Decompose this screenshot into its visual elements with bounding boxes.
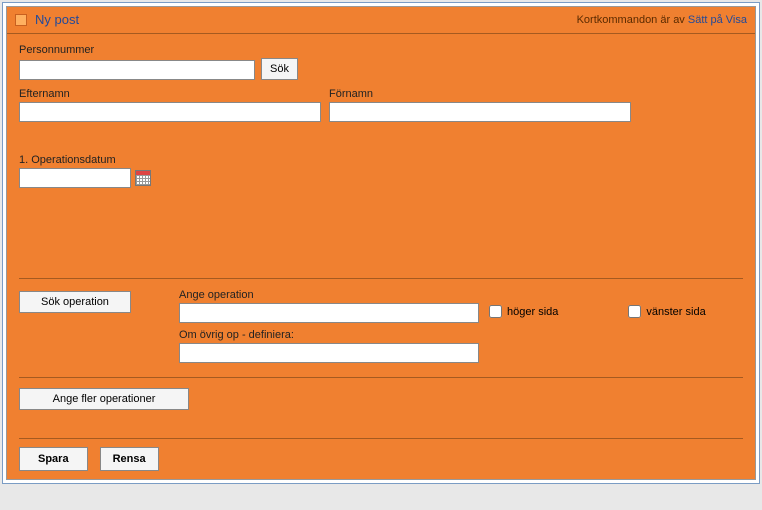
ange-operation-label: Ange operation (179, 289, 479, 301)
search-button[interactable]: Sök (261, 58, 298, 80)
lastname-label: Efternamn (19, 88, 321, 100)
more-operations-row: Ange fler operationer (19, 388, 743, 410)
ange-operation-input[interactable] (179, 303, 479, 323)
form-panel: Ny post Kortkommandon är av Sätt på Visa… (6, 6, 756, 480)
shortcuts-toggle-link[interactable]: Sätt på (688, 14, 723, 26)
firstname-label: Förnamn (329, 88, 631, 100)
personnummer-label: Personnummer (19, 44, 743, 56)
ovrig-op-label: Om övrig op - definiera: (179, 329, 479, 341)
lastname-group: Efternamn (19, 88, 321, 122)
main-window: Ny post Kortkommandon är av Sätt på Visa… (2, 2, 760, 484)
header-right: Kortkommandon är av Sätt på Visa (577, 14, 747, 26)
shortcuts-show-link[interactable]: Visa (726, 14, 747, 26)
clear-button[interactable]: Rensa (100, 447, 159, 471)
page-title: Ny post (35, 12, 79, 27)
spacer (19, 188, 743, 278)
divider (19, 377, 743, 378)
collapse-icon[interactable] (15, 14, 27, 26)
footer-actions: Spara Rensa (19, 438, 743, 471)
calendar-icon[interactable] (135, 170, 151, 186)
operationsdatum-input[interactable] (19, 168, 131, 188)
firstname-input[interactable] (329, 102, 631, 122)
side-checkboxes: höger sida vänster sida (489, 289, 706, 318)
right-side-check[interactable]: höger sida (489, 305, 558, 318)
operationsdatum-group: 1. Operationsdatum (19, 154, 743, 188)
personnummer-group: Personnummer Sök (19, 44, 743, 80)
shortcuts-status: Kortkommandon är av (577, 14, 685, 26)
header-left: Ny post (15, 12, 79, 27)
panel-header: Ny post Kortkommandon är av Sätt på Visa (7, 7, 755, 34)
left-side-checkbox[interactable] (628, 305, 641, 318)
operation-row: Sök operation Ange operation Om övrig op… (19, 289, 743, 363)
divider (19, 278, 743, 279)
right-side-label: höger sida (507, 306, 558, 318)
more-operations-button[interactable]: Ange fler operationer (19, 388, 189, 410)
personnummer-input[interactable] (19, 60, 255, 80)
lastname-input[interactable] (19, 102, 321, 122)
firstname-group: Förnamn (329, 88, 631, 122)
name-row: Efternamn Förnamn (19, 88, 743, 122)
left-side-label: vänster sida (646, 306, 705, 318)
right-side-checkbox[interactable] (489, 305, 502, 318)
operationsdatum-label: 1. Operationsdatum (19, 154, 743, 166)
form-body: Personnummer Sök Efternamn Förnamn 1. (7, 34, 755, 479)
search-operation-button[interactable]: Sök operation (19, 291, 131, 313)
save-button[interactable]: Spara (19, 447, 88, 471)
left-side-check[interactable]: vänster sida (628, 305, 705, 318)
spacer (19, 132, 743, 154)
ovrig-op-input[interactable] (179, 343, 479, 363)
